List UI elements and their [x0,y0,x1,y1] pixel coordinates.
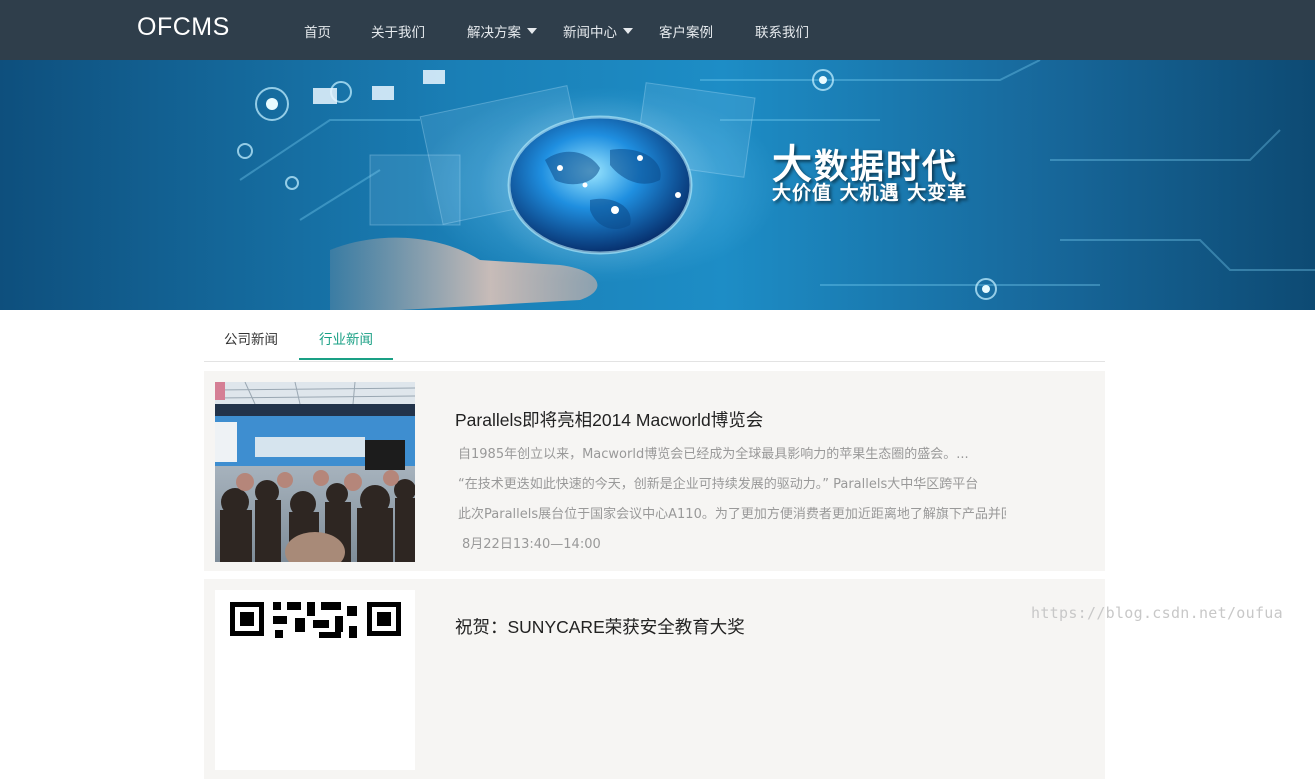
nav-item-label: 新闻中心 [563,25,617,41]
nav-item-about[interactable]: 关于我们 [371,21,425,41]
news-item[interactable]: Parallels即将亮相2014 Macworld博览会 自1985年创立以来… [204,371,1105,571]
news-thumbnail[interactable] [215,382,415,562]
news-item[interactable]: 祝贺：SUNYCARE荣获安全教育大奖 [204,579,1105,779]
nav-item-label: 联系我们 [755,25,809,41]
banner-artwork [237,60,1315,310]
tab-company-news[interactable]: 公司新闻 [204,324,298,360]
nav-item-news-center[interactable]: 新闻中心 [563,21,633,41]
nav-item-label: 解决方案 [467,25,521,41]
tab-industry-news[interactable]: 行业新闻 [299,324,393,360]
news-excerpt-line: “在技术更迭如此快速的今天，创新是企业可持续发展的驱动力。” Parallels… [458,477,979,492]
top-navbar: OFCMS 首页 关于我们 解决方案 新闻中心 客户案例 联系我们 [0,0,1315,60]
nav-item-label: 首页 [304,25,331,41]
chevron-down-icon [623,28,633,34]
nav-item-label: 关于我们 [371,25,425,41]
watermark-text: https://blog.csdn.net/oufua [1031,604,1283,622]
qr-code-image [215,590,415,770]
news-excerpt-line: 此次Parallels展台位于国家会议中心A110。为了更加方便消费者更加近距离… [458,507,1006,522]
nav-item-label: 客户案例 [659,25,713,41]
chevron-down-icon [527,28,537,34]
banner-subtitle: 大价值 大机遇 大变革 [772,182,968,204]
news-title[interactable]: 祝贺：SUNYCARE荣获安全教育大奖 [455,614,745,639]
nav-item-solutions[interactable]: 解决方案 [467,21,537,41]
nav-item-contact[interactable]: 联系我们 [755,21,809,41]
brand-logo[interactable]: OFCMS [137,13,230,42]
hero-banner: 大数据时代 大价值 大机遇 大变革 [0,60,1315,310]
news-title[interactable]: Parallels即将亮相2014 Macworld博览会 [455,407,763,432]
news-time: 8月22日13:40—14:00 [462,537,601,552]
nav-item-home[interactable]: 首页 [304,21,331,41]
news-excerpt-line: 自1985年创立以来，Macworld博览会已经成为全球最具影响力的苹果生态圈的… [458,447,969,462]
news-tabs: 公司新闻 行业新闻 [204,324,1105,362]
news-thumbnail[interactable] [215,590,415,770]
nav-item-cases[interactable]: 客户案例 [659,21,713,41]
expo-photo-image [215,382,415,562]
